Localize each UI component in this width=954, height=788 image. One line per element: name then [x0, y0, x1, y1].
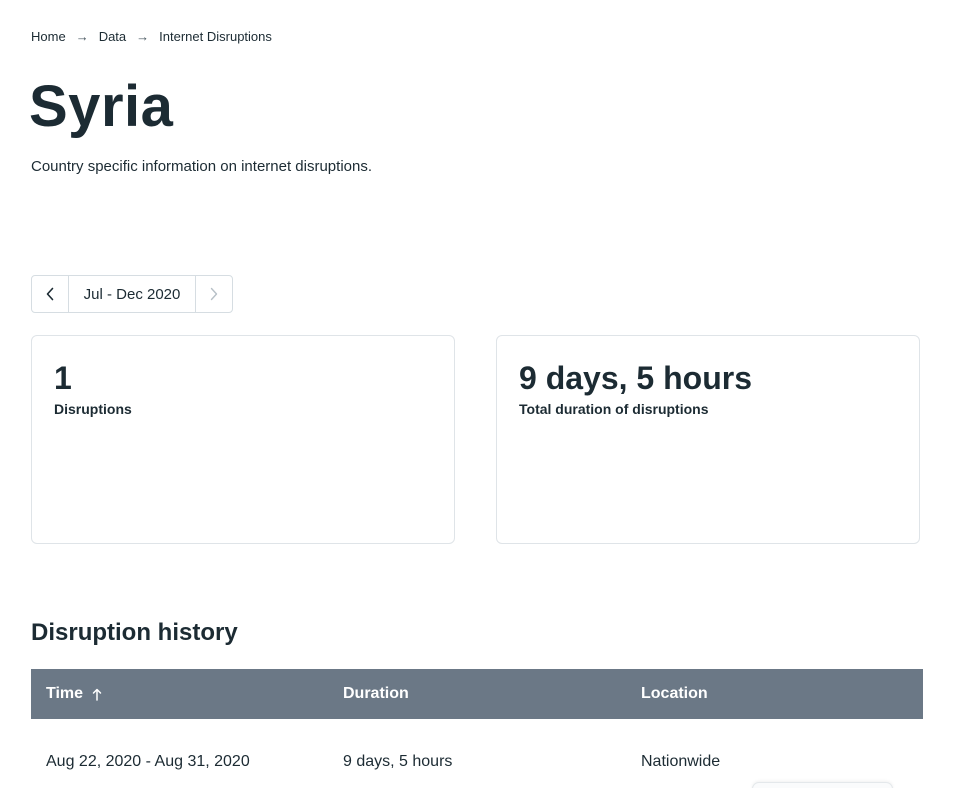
row-duration: 9 days, 5 hours: [343, 753, 453, 770]
total-duration-value: 9 days, 5 hours: [519, 360, 752, 396]
chevron-left-icon: [46, 287, 54, 301]
breadcrumb-internet-disruptions-link[interactable]: Internet Disruptions: [159, 29, 272, 44]
page: Home → Data → Internet Disruptions Syria…: [0, 0, 954, 788]
disruptions-caption: Disruptions: [54, 401, 132, 417]
arrow-up-icon[interactable]: [92, 688, 102, 701]
arrow-right-icon: →: [136, 28, 150, 44]
total-duration-caption: Total duration of disruptions: [519, 401, 709, 417]
disruptions-count: 1: [54, 360, 72, 396]
column-header-duration[interactable]: Duration: [328, 685, 626, 703]
previous-period-button[interactable]: [32, 276, 69, 312]
period-selector: Jul - Dec 2020: [31, 275, 233, 313]
column-header-location[interactable]: Location: [626, 685, 923, 703]
floating-widget[interactable]: [752, 782, 893, 788]
arrow-right-icon: →: [75, 28, 89, 44]
row-time: Aug 22, 2020 - Aug 31, 2020: [46, 753, 250, 770]
table-header: Time Duration Location: [31, 669, 923, 719]
duration-stat-card: 9 days, 5 hours Total duration of disrup…: [496, 335, 920, 544]
table-row: Aug 22, 2020 - Aug 31, 2020 9 days, 5 ho…: [31, 719, 923, 788]
disruption-history-table: Time Duration Location Aug 22, 2020 - Au…: [31, 669, 923, 788]
page-title: Syria: [29, 74, 174, 139]
breadcrumb-home-link[interactable]: Home: [31, 29, 66, 44]
disruptions-stat-card: 1 Disruptions: [31, 335, 455, 544]
row-location: Nationwide: [641, 753, 721, 770]
next-period-button[interactable]: [195, 276, 232, 312]
disruption-history-title: Disruption history: [31, 619, 238, 646]
column-header-time[interactable]: Time: [31, 685, 328, 703]
page-subtitle: Country specific information on internet…: [31, 158, 373, 175]
breadcrumb: Home → Data → Internet Disruptions: [31, 27, 272, 45]
breadcrumb-data-link[interactable]: Data: [99, 29, 126, 44]
chevron-right-icon: [210, 287, 218, 301]
column-header-time-label: Time: [46, 685, 84, 702]
period-label: Jul - Dec 2020: [83, 285, 181, 303]
